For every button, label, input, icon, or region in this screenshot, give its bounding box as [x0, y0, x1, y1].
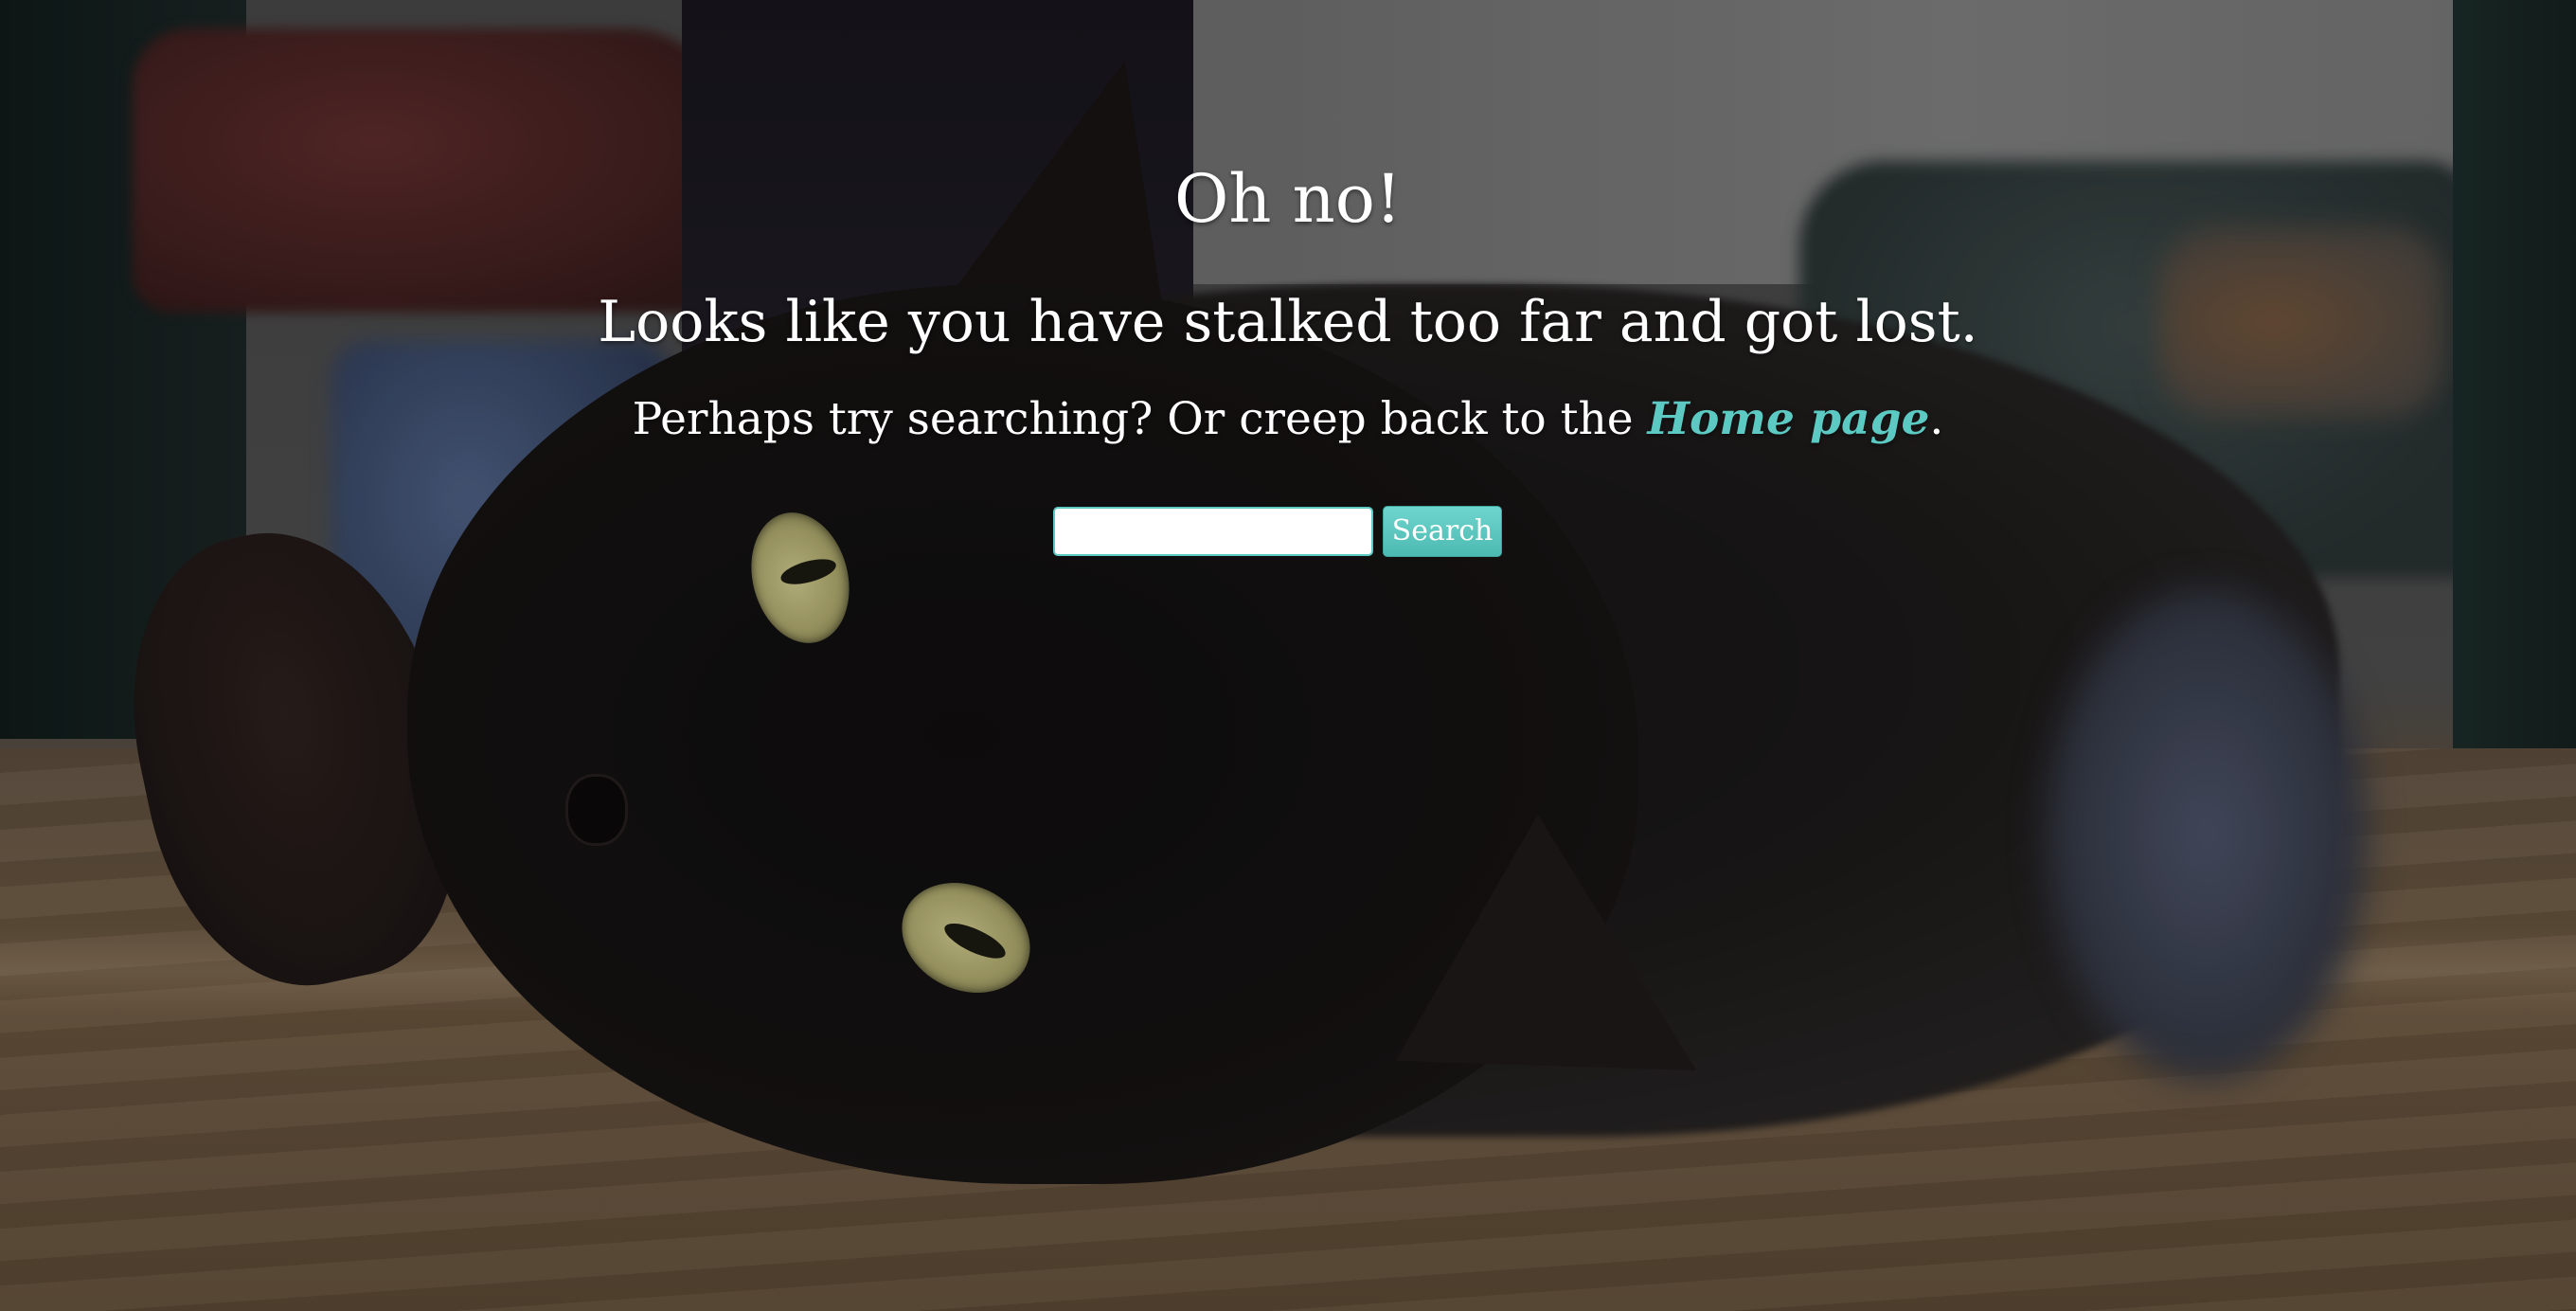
help-text-prefix: Perhaps try searching? Or creep back to …: [632, 393, 1648, 445]
search-button[interactable]: Search: [1383, 506, 1502, 557]
search-input[interactable]: [1053, 507, 1373, 556]
home-page-link[interactable]: Home page: [1648, 393, 1930, 445]
help-text: Perhaps try searching? Or creep back to …: [0, 386, 2576, 453]
error-message: Looks like you have stalked too far and …: [598, 289, 1978, 355]
search-form: Search: [1053, 506, 1502, 557]
page-title: Oh no!: [1173, 160, 1403, 238]
help-text-suffix: .: [1929, 393, 1944, 445]
